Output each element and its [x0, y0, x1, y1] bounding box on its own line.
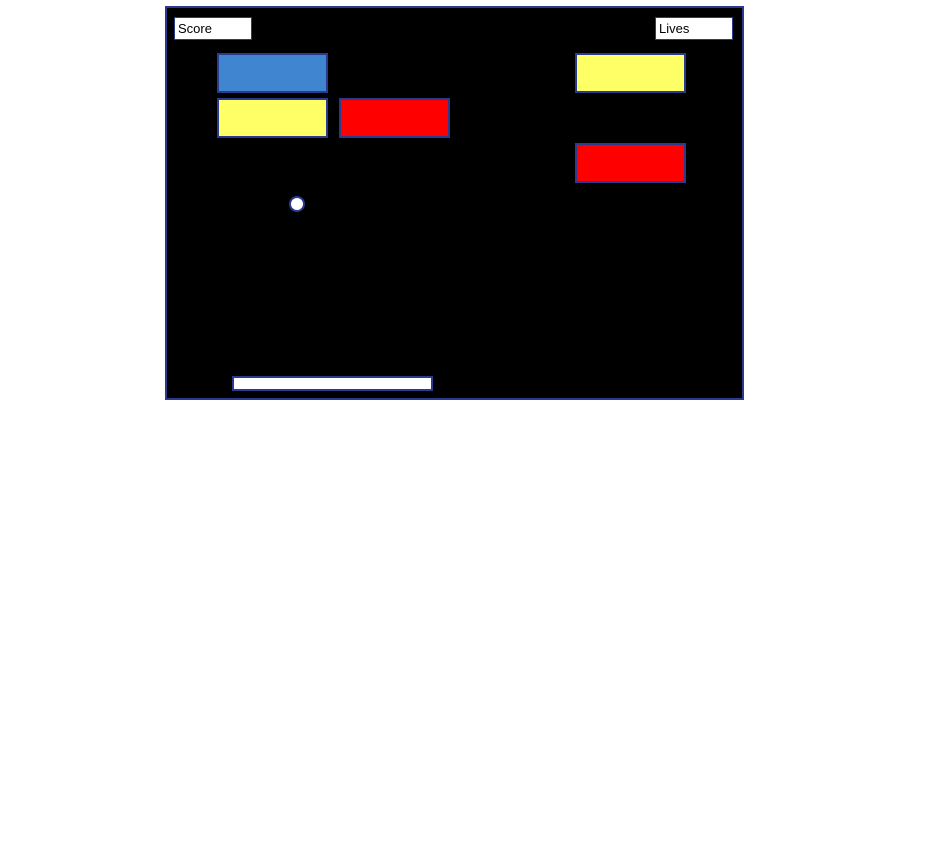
game-canvas[interactable]: Score Lives: [165, 6, 744, 400]
lives-display: Lives: [655, 17, 733, 40]
brick-red: [339, 98, 450, 138]
brick-blue: [217, 53, 328, 93]
brick-yellow: [217, 98, 328, 138]
ball: [289, 196, 305, 212]
score-display: Score: [174, 17, 252, 40]
brick-red: [575, 143, 686, 183]
page: Score Lives: [0, 0, 942, 861]
brick-yellow: [575, 53, 686, 93]
paddle[interactable]: [232, 376, 433, 391]
